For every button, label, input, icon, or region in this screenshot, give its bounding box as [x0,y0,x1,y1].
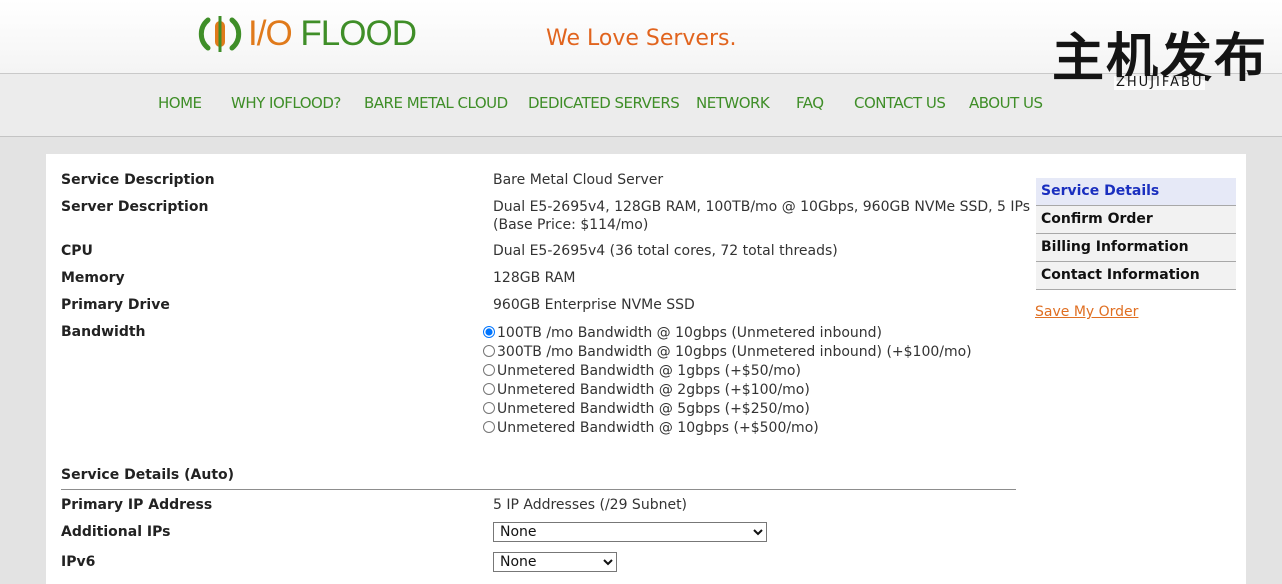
additional-ips-select[interactable]: None [493,522,767,542]
nav-home[interactable]: HOME [158,94,202,112]
watermark-latin-text: ZHUJIFABU [1114,75,1206,90]
additional-ips-label: Additional IPs [61,524,171,540]
logo-wordmark: I/O FLOOD [248,12,417,56]
nav-faq[interactable]: FAQ [796,94,824,112]
bandwidth-option[interactable]: Unmetered Bandwidth @ 1gbps (+$50/mo) [483,362,801,381]
nav-network[interactable]: NETWORK [696,94,770,112]
primary-ip-value: 5 IP Addresses (/29 Subnet) [493,497,688,513]
bandwidth-option[interactable]: 300TB /mo Bandwidth @ 10gbps (Unmetered … [483,343,972,362]
logo-io-text: I/O [248,14,293,53]
bandwidth-option[interactable]: 100TB /mo Bandwidth @ 10gbps (Unmetered … [483,324,882,343]
bandwidth-radio[interactable] [483,421,495,433]
bandwidth-option-label: Unmetered Bandwidth @ 2gbps (+$100/mo) [497,382,810,398]
nav-why-ioflood[interactable]: WHY IOFLOOD? [231,94,341,112]
bandwidth-radio[interactable] [483,326,495,338]
primary-ip-label: Primary IP Address [61,497,213,513]
bandwidth-option-label: Unmetered Bandwidth @ 5gbps (+$250/mo) [497,401,810,417]
step-billing-information[interactable]: Billing Information [1036,234,1236,262]
bandwidth-option[interactable]: Unmetered Bandwidth @ 2gbps (+$100/mo) [483,381,810,400]
primary-drive-value: 960GB Enterprise NVMe SSD [493,297,695,313]
nav-dedicated-servers[interactable]: DEDICATED SERVERS [528,94,680,112]
bandwidth-option-label: Unmetered Bandwidth @ 1gbps (+$50/mo) [497,363,801,379]
service-description-value: Bare Metal Cloud Server [493,172,664,188]
step-service-details[interactable]: Service Details [1036,178,1236,206]
bandwidth-radio[interactable] [483,345,495,357]
nav-bare-metal-cloud[interactable]: BARE METAL CLOUD [364,94,508,112]
order-steps-sidebar: Service Details Confirm Order Billing In… [1036,178,1236,290]
tagline: We Love Servers. [546,26,737,51]
memory-value: 128GB RAM [493,270,576,286]
cpu-label: CPU [61,243,93,259]
save-my-order-link[interactable]: Save My Order [1035,304,1138,320]
ioflood-logo[interactable]: I/O FLOOD [198,12,417,56]
bandwidth-radio[interactable] [483,364,495,376]
server-description-value: Dual E5-2695v4, 128GB RAM, 100TB/mo @ 10… [493,199,1031,233]
bandwidth-radio[interactable] [483,383,495,395]
ipv6-label: IPv6 [61,554,96,570]
memory-label: Memory [61,270,125,286]
bandwidth-option[interactable]: Unmetered Bandwidth @ 5gbps (+$250/mo) [483,400,810,419]
primary-drive-label: Primary Drive [61,297,170,313]
ipv6-select[interactable]: None [493,552,617,572]
service-details-auto-heading: Service Details (Auto) [61,467,1016,490]
bandwidth-radio[interactable] [483,402,495,414]
logo-flood-text: FLOOD [300,14,417,53]
zhujifabu-watermark: 主机发布 ZHUJIFABU [1052,28,1266,94]
bandwidth-option-label: 300TB /mo Bandwidth @ 10gbps (Unmetered … [497,344,972,360]
bandwidth-label: Bandwidth [61,324,146,340]
step-contact-information[interactable]: Contact Information [1036,262,1236,290]
bandwidth-option-label: 100TB /mo Bandwidth @ 10gbps (Unmetered … [497,325,882,341]
cpu-value: Dual E5-2695v4 (36 total cores, 72 total… [493,243,838,259]
bandwidth-option[interactable]: Unmetered Bandwidth @ 10gbps (+$500/mo) [483,419,819,438]
nav-contact-us[interactable]: CONTACT US [854,94,946,112]
bandwidth-option-label: Unmetered Bandwidth @ 10gbps (+$500/mo) [497,420,819,436]
power-logo-icon [198,16,242,52]
nav-about-us[interactable]: ABOUT US [969,94,1043,112]
order-form-panel: Service Description Bare Metal Cloud Ser… [46,154,1246,584]
step-confirm-order[interactable]: Confirm Order [1036,206,1236,234]
server-description-label: Server Description [61,199,209,215]
service-description-label: Service Description [61,172,215,188]
